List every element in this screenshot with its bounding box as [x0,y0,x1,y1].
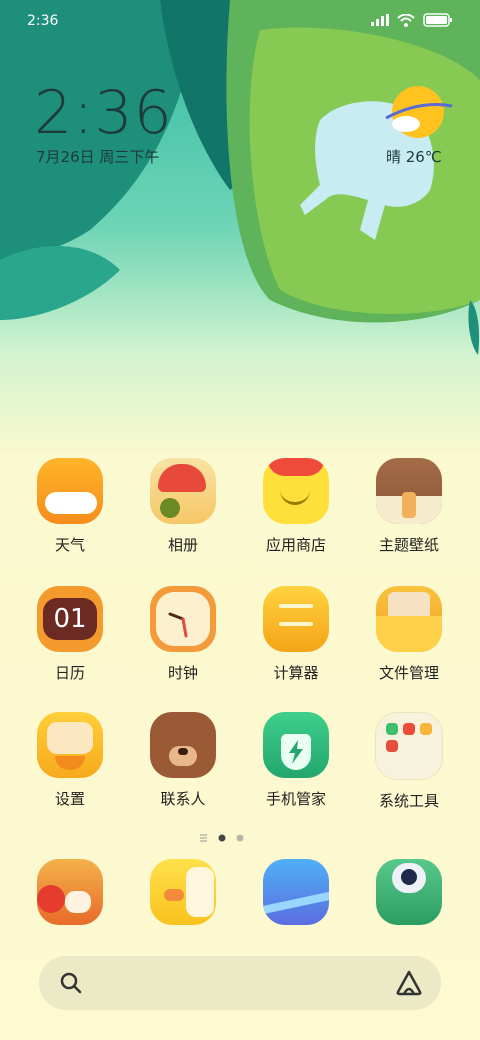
leaf-wallpaper-art [0,0,480,355]
calculator-icon [263,586,329,652]
app-store[interactable]: 应用商店 [241,458,351,555]
page-indicator[interactable] [200,829,280,842]
search-bar[interactable] [39,956,441,1010]
browser-icon[interactable] [263,859,329,925]
page-dots [200,834,244,842]
app-label: 时钟 [167,664,198,682]
app-themes[interactable]: 主题壁纸 [354,458,464,555]
file-manager-icon [376,586,442,652]
app-store-icon [263,458,329,524]
gallery-icon [150,458,216,524]
camera-icon[interactable] [376,859,442,925]
system-tools-folder-icon [375,712,443,780]
app-calculator[interactable]: 计算器 [241,586,351,683]
themes-icon [376,458,442,524]
app-label: 手机管家 [265,790,326,808]
signal-icon [371,14,389,26]
assistant-icon[interactable] [395,970,423,996]
status-icons [371,13,453,27]
app-label: 系统工具 [378,792,439,810]
calendar-date: 01 [43,598,97,640]
clock-icon [150,586,216,652]
weather-icon [37,458,103,524]
app-settings[interactable]: 设置 [15,712,125,809]
bolt-icon [289,740,303,764]
app-label: 设置 [54,790,85,808]
sunny-icon [385,86,453,138]
app-gallery[interactable]: 相册 [128,458,238,555]
app-label: 计算器 [273,664,319,682]
weather-text: 晴 26℃ [386,148,442,166]
folder-system-tools[interactable]: 系统工具 [354,712,464,811]
status-time: 2:36 [27,13,59,29]
phone-icon[interactable] [37,859,103,925]
wifi-icon [397,13,415,27]
battery-icon [423,13,452,27]
app-label: 应用商店 [265,536,326,554]
app-label: 主题壁纸 [378,536,439,554]
app-contacts[interactable]: 联系人 [128,712,238,809]
app-label: 日历 [54,664,85,682]
clock-widget-time[interactable]: 2:36 [34,78,173,148]
contacts-icon [150,712,216,778]
calendar-icon: 01 [37,586,103,652]
app-label: 相册 [167,536,198,554]
status-bar: 2:36 [0,0,480,44]
settings-icon [37,712,103,778]
app-weather[interactable]: 天气 [15,458,125,555]
search-icon [60,972,82,994]
app-label: 文件管理 [378,664,439,682]
app-clock[interactable]: 时钟 [128,586,238,683]
app-label: 天气 [54,536,85,554]
app-calendar[interactable]: 01 日历 [15,586,125,683]
app-security[interactable]: 手机管家 [241,712,351,809]
app-label: 联系人 [160,790,206,808]
messages-icon[interactable] [150,859,216,925]
clock-widget-date[interactable]: 7月26日 周三下午 [36,146,159,167]
wallpaper [0,0,480,360]
security-icon [263,712,329,778]
clock-hands [168,612,188,638]
app-file-manager[interactable]: 文件管理 [354,586,464,683]
